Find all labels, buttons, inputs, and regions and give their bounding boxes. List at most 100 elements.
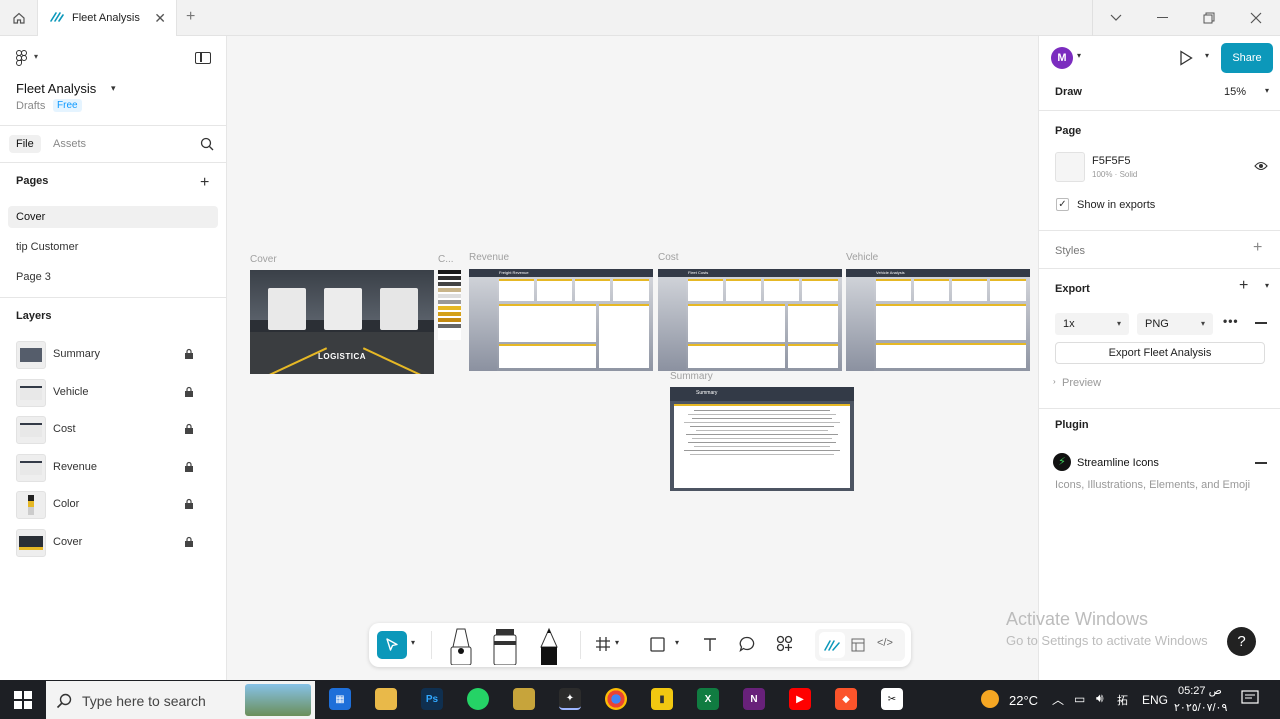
sidebar-toggle-icon[interactable] <box>195 52 211 64</box>
chevron-down-icon[interactable]: ▾ <box>1265 281 1269 290</box>
figjam-mode-icon[interactable] <box>819 632 845 658</box>
help-button[interactable]: ? <box>1227 627 1256 656</box>
chevron-right-icon[interactable]: › <box>1053 377 1056 386</box>
add-export-icon[interactable]: + <box>1239 277 1248 295</box>
lock-icon[interactable] <box>184 348 194 362</box>
page-color-swatch[interactable] <box>1055 152 1085 182</box>
pencil-icon[interactable] <box>537 627 561 668</box>
close-tab-icon[interactable]: ✕ <box>154 10 166 27</box>
excel-icon[interactable]: X <box>697 688 719 710</box>
shape-icon[interactable] <box>650 637 665 655</box>
preview-label[interactable]: Preview <box>1062 377 1101 389</box>
figma-logo-icon[interactable] <box>16 50 28 69</box>
power-bi-icon[interactable]: ▮ <box>651 688 673 710</box>
minimize-icon[interactable] <box>1140 0 1186 36</box>
avatar[interactable]: M <box>1051 47 1073 69</box>
lock-icon[interactable] <box>184 536 194 550</box>
restore-icon[interactable] <box>1186 0 1232 36</box>
search-icon[interactable] <box>200 137 214 154</box>
tab-file[interactable]: File <box>9 135 41 153</box>
marker-icon[interactable] <box>447 627 475 668</box>
add-style-icon[interactable]: + <box>1253 239 1262 257</box>
frame-cover[interactable]: LOGISTICA <box>250 270 434 374</box>
frame-summary[interactable]: Summary <box>670 387 854 491</box>
store-icon[interactable]: ▦ <box>329 688 351 710</box>
export-button[interactable]: Export Fleet Analysis <box>1055 342 1265 364</box>
file-location[interactable]: Drafts <box>16 100 45 112</box>
whatsapp-icon[interactable] <box>467 688 489 710</box>
play-icon[interactable] <box>1179 50 1193 69</box>
windows-start-icon[interactable] <box>14 691 32 712</box>
taskbar-search-box[interactable]: Type here to search <box>46 681 315 719</box>
figma-app-icon[interactable]: ✦ <box>559 688 581 710</box>
canvas[interactable]: Cover LOGISTICA C... Revenue Freight Rev… <box>227 36 1038 680</box>
frame-color[interactable] <box>438 270 461 340</box>
share-button[interactable]: Share <box>1221 43 1273 73</box>
comment-icon[interactable] <box>739 636 755 655</box>
chrome-icon[interactable] <box>605 688 627 710</box>
chevron-down-icon[interactable]: ▾ <box>411 638 415 647</box>
page-item-tip-customer[interactable]: tip Customer <box>8 236 218 258</box>
lock-icon[interactable] <box>184 461 194 475</box>
frame-label-revenue[interactable]: Revenue <box>469 252 509 263</box>
frame-label-vehicle[interactable]: Vehicle <box>846 252 878 263</box>
tab-assets[interactable]: Assets <box>53 138 86 150</box>
layer-item-cover[interactable]: Cover <box>16 529 216 557</box>
layer-item-cost[interactable]: Cost <box>16 416 216 444</box>
text-icon[interactable] <box>702 636 718 655</box>
input-method-icon[interactable]: 拓 <box>1117 692 1128 708</box>
table-icon[interactable] <box>851 638 865 655</box>
remove-export-icon[interactable] <box>1255 322 1267 324</box>
notification-icon[interactable] <box>1241 690 1259 709</box>
remove-plugin-icon[interactable] <box>1255 462 1267 464</box>
frame-vehicle[interactable]: Vehicle Analysis <box>846 269 1030 371</box>
chevron-down-icon[interactable]: ▾ <box>111 83 116 94</box>
page-color-value[interactable]: F5F5F5 <box>1092 155 1131 167</box>
chevron-down-icon[interactable]: ▾ <box>615 638 619 647</box>
show-in-exports-checkbox[interactable]: ✓ <box>1056 198 1069 211</box>
lock-icon[interactable] <box>184 498 194 512</box>
visual-studio-icon[interactable]: N <box>743 688 765 710</box>
brave-icon[interactable]: ◆ <box>835 688 857 710</box>
new-tab-icon[interactable]: + <box>186 8 195 26</box>
chevron-up-icon[interactable]: ︿ <box>1052 691 1064 708</box>
frame-cost[interactable]: Fleet Costs <box>658 269 842 371</box>
widgets-icon[interactable] <box>776 635 793 655</box>
chevron-down-icon[interactable]: ▾ <box>1265 86 1269 95</box>
home-icon[interactable] <box>0 0 37 36</box>
highlighter-icon[interactable] <box>491 627 519 668</box>
network-icon[interactable]: ▭ <box>1074 692 1085 706</box>
weather-icon[interactable] <box>981 690 999 708</box>
capcut-icon[interactable]: ✂ <box>881 688 903 710</box>
frame-revenue[interactable]: Freight Revenue <box>469 269 653 371</box>
chevron-down-icon[interactable] <box>1093 0 1139 36</box>
file-title[interactable]: Fleet Analysis <box>16 81 96 96</box>
eye-icon[interactable] <box>1254 161 1268 174</box>
close-window-icon[interactable] <box>1233 0 1279 36</box>
clock-time[interactable]: 05:27 ص <box>1178 684 1222 697</box>
frame-icon[interactable] <box>595 636 611 655</box>
volume-icon[interactable]: 🔊︎ <box>1096 691 1104 706</box>
zoom-level[interactable]: 15% <box>1224 86 1246 98</box>
add-page-icon[interactable]: + <box>200 174 209 192</box>
language-indicator[interactable]: ENG <box>1142 693 1168 707</box>
more-options-icon[interactable]: ••• <box>1223 314 1239 328</box>
temperature[interactable]: 22°C <box>1009 693 1038 708</box>
layer-item-color[interactable]: Color <box>16 491 216 519</box>
code-icon[interactable]: </> <box>877 637 893 649</box>
layer-item-revenue[interactable]: Revenue <box>16 454 216 482</box>
tab-fleet-analysis[interactable]: Fleet Analysis ✕ <box>37 0 177 36</box>
chevron-down-icon[interactable]: ▾ <box>1077 51 1081 60</box>
plan-badge[interactable]: Free <box>53 99 82 112</box>
frame-label-color[interactable]: C... <box>438 254 454 265</box>
layer-item-summary[interactable]: Summary <box>16 341 216 369</box>
lock-icon[interactable] <box>184 386 194 400</box>
export-scale-select[interactable]: 1x ▾ <box>1055 313 1129 335</box>
frame-label-cover[interactable]: Cover <box>250 254 277 265</box>
chevron-down-icon[interactable]: ▾ <box>1205 51 1209 60</box>
chevron-down-icon[interactable]: ▾ <box>34 52 38 61</box>
lock-icon[interactable] <box>184 423 194 437</box>
file-explorer-icon[interactable] <box>375 688 397 710</box>
frame-label-summary[interactable]: Summary <box>670 371 713 382</box>
frame-label-cost[interactable]: Cost <box>658 252 679 263</box>
